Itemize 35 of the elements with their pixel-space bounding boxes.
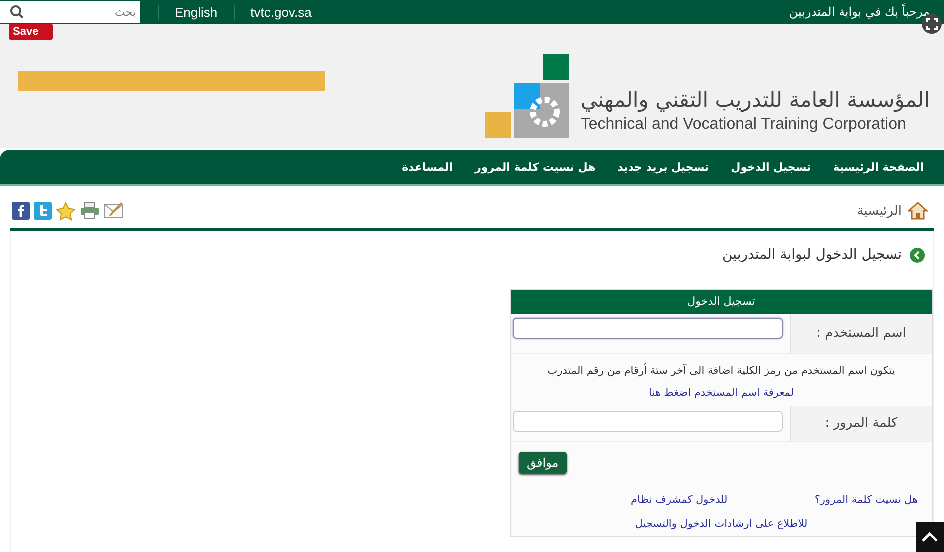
twitter-icon[interactable] <box>34 202 52 220</box>
mail-icon[interactable] <box>104 202 124 220</box>
scroll-top-button[interactable] <box>916 522 944 552</box>
save-button[interactable]: Save <box>9 24 53 40</box>
hint-text: يتكون اسم المستخدم من رمز الكلية اضافة الى آخر ستة أرقام من رقم المتدرب <box>546 362 896 379</box>
instructions-link[interactable]: للاطلاع على ارشادات الدخول والتسجيل <box>635 518 808 530</box>
login-link[interactable]: هل نسيت كلمة المرور؟ <box>814 494 918 506</box>
username-label: اسم المستخدم : <box>790 314 932 353</box>
search-field[interactable]: بحث <box>0 1 140 23</box>
arrow-circle-icon <box>910 248 925 262</box>
nav-item[interactable]: هل نسيت كلمة المرور <box>475 160 596 174</box>
username-field[interactable] <box>513 318 783 339</box>
star-icon[interactable] <box>56 202 76 220</box>
chevron-up-icon[interactable] <box>922 532 938 542</box>
nav-item[interactable]: الصفحة الرئيسية <box>833 160 924 174</box>
password-field[interactable] <box>513 411 783 432</box>
nav-item[interactable]: المساعدة <box>402 160 454 174</box>
top-link[interactable]: tvtc.gov.sa <box>234 4 328 20</box>
page-title: تسجيل الدخول لبوابة المتدربين <box>722 247 902 263</box>
login-link[interactable]: للدخول كمشرف نظام <box>631 494 728 506</box>
facebook-icon[interactable] <box>12 202 30 220</box>
search-icon[interactable] <box>10 5 24 19</box>
printer-icon[interactable] <box>80 202 100 220</box>
top-link[interactable]: English <box>158 4 234 20</box>
nav-item[interactable]: تسجيل الدخول <box>731 160 812 174</box>
username-help-link[interactable]: لمعرفة اسم المستخدم اضغط هنا <box>648 387 794 399</box>
submit-button[interactable]: موافق <box>519 452 567 474</box>
welcome-text: مرحباً بك في بوابة المتدربين <box>789 5 931 19</box>
logo-subtitle: Technical and Vocational Training Corporation <box>580 116 906 134</box>
password-label: كلمة المرور : <box>790 406 932 441</box>
home-icon[interactable] <box>908 202 928 220</box>
logo-title: المؤسسة العامة للتدريب التقني والمهني <box>580 88 930 112</box>
login-title: تسجيل الدخول <box>511 290 932 314</box>
nav-item[interactable]: تسجيل بريد جديد <box>618 160 710 174</box>
breadcrumb-link[interactable]: الرئيسية <box>857 204 902 218</box>
